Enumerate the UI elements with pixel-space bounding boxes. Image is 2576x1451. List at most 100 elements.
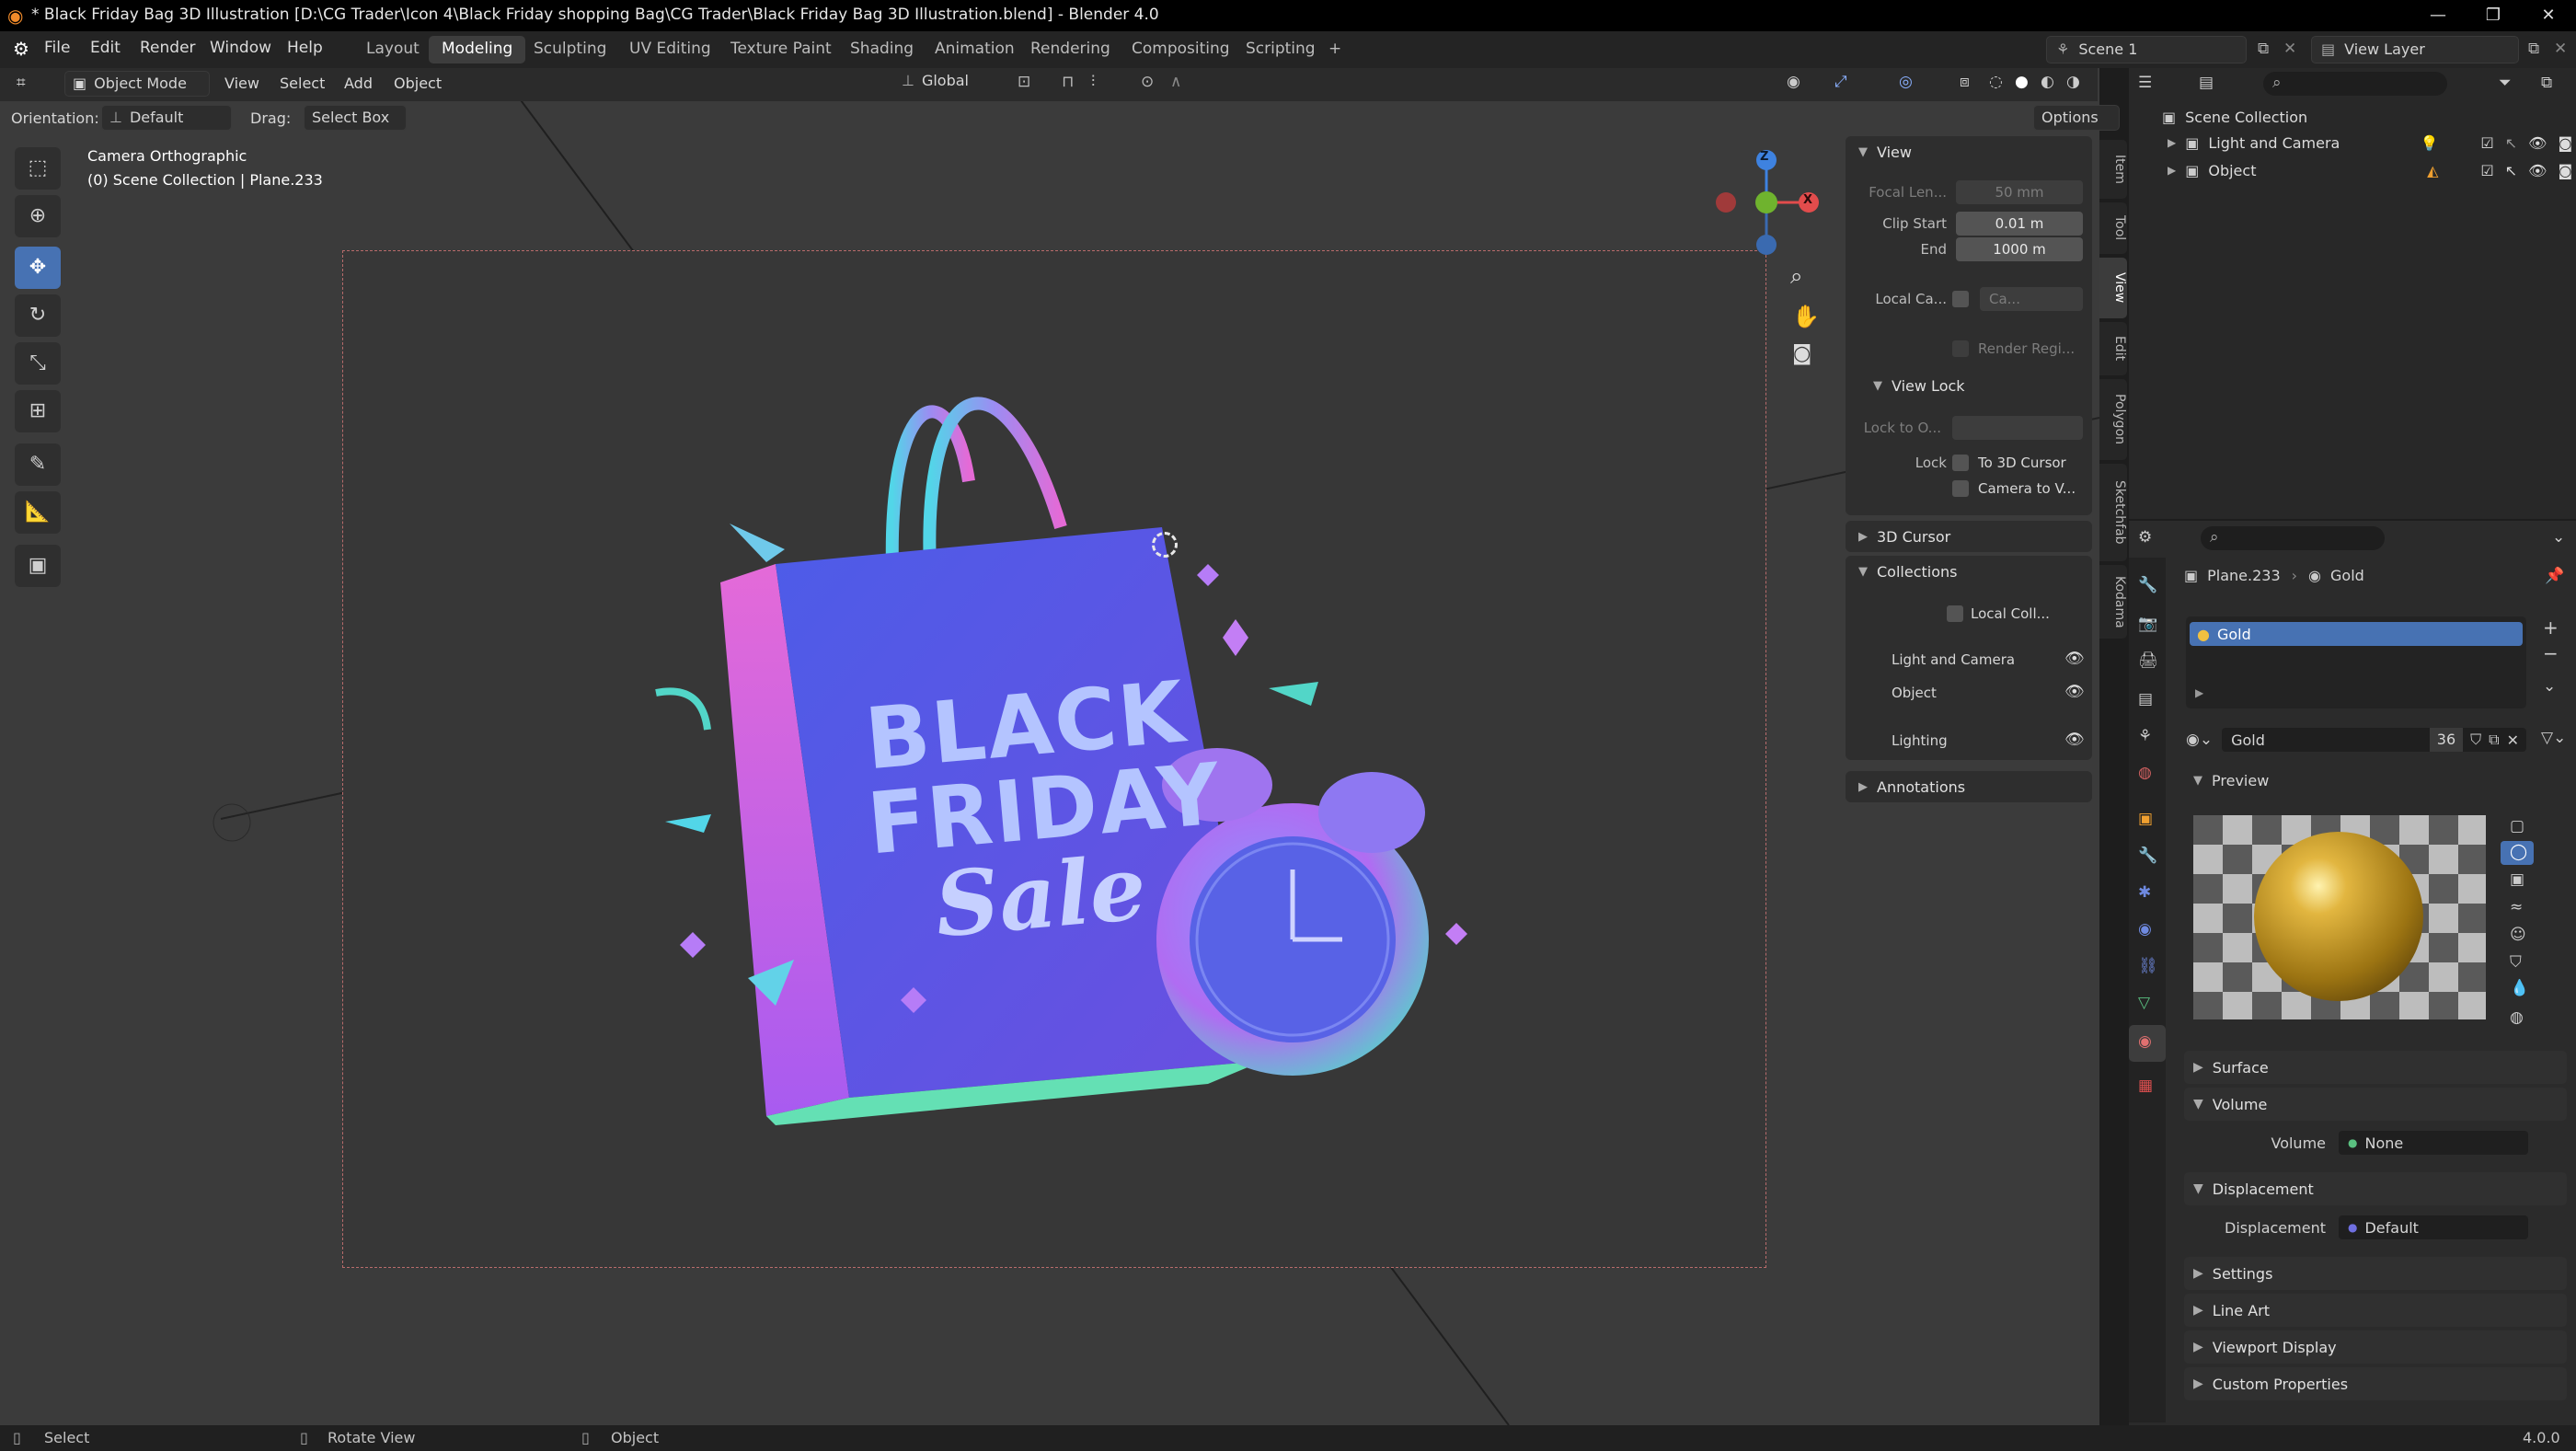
- menu-select[interactable]: Select: [272, 72, 332, 96]
- pin-icon[interactable]: 📌: [2545, 567, 2564, 585]
- add-workspace-button[interactable]: +: [1316, 36, 1354, 63]
- tab-rendering[interactable]: Rendering: [1018, 36, 1123, 63]
- exclude-checkbox-icon[interactable]: ☑: [2480, 134, 2493, 152]
- outliner-editor-type-icon[interactable]: ☰: [2138, 74, 2152, 92]
- collection-lighting[interactable]: Lighting: [1892, 732, 1948, 749]
- view-layer-tab-icon[interactable]: ▤: [2138, 690, 2153, 708]
- visibility-icon[interactable]: ◉: [1787, 73, 1800, 91]
- outliner-row-light-and-camera[interactable]: ▶ ▣ Light and Camera 💡 ☑ ↖ 👁 ◙: [2168, 129, 2572, 156]
- local-collections-checkbox[interactable]: [1947, 605, 1963, 622]
- eye-icon[interactable]: 👁: [2528, 162, 2547, 179]
- tab-item[interactable]: Item: [2099, 140, 2127, 199]
- menu-add[interactable]: Add: [337, 72, 380, 96]
- new-collection-icon[interactable]: ⧉: [2541, 74, 2552, 92]
- material-slot-gold[interactable]: ● Gold: [2190, 622, 2523, 646]
- fake-user-icon[interactable]: ⛉: [2470, 731, 2481, 749]
- select-arrow-icon[interactable]: ↖: [2505, 162, 2517, 179]
- flat-preview-icon[interactable]: ▢: [2510, 817, 2524, 835]
- tab-texture-paint[interactable]: Texture Paint: [718, 36, 845, 63]
- eye-icon[interactable]: 👁: [2064, 731, 2085, 749]
- hair-preview-icon[interactable]: ≈: [2510, 898, 2523, 916]
- custom-properties-section[interactable]: ▶ Custom Properties: [2184, 1367, 2567, 1400]
- preview-panel-header[interactable]: ▼ Preview: [2184, 766, 2567, 795]
- eye-icon[interactable]: 👁: [2528, 134, 2547, 152]
- sphere-preview-button[interactable]: ◯: [2501, 841, 2534, 865]
- local-camera-checkbox[interactable]: [1952, 291, 1969, 307]
- clip-end-field[interactable]: 1000 m: [1956, 237, 2083, 261]
- menu-file[interactable]: File: [44, 39, 70, 57]
- scene-tab-icon[interactable]: ⚘: [2138, 727, 2152, 745]
- add-slot-icon[interactable]: +: [2543, 616, 2559, 639]
- collections-header[interactable]: ▼ Collections: [1858, 563, 1957, 581]
- menu-window[interactable]: Window: [210, 39, 271, 57]
- eye-icon[interactable]: 👁: [2064, 650, 2085, 668]
- minimize-button[interactable]: —: [2410, 2, 2466, 29]
- lock-cursor-checkbox[interactable]: [1952, 455, 1969, 471]
- world-preview-icon[interactable]: ◍: [2510, 1008, 2524, 1027]
- tab-modeling[interactable]: Modeling: [429, 36, 526, 63]
- settings-section[interactable]: ▶ Settings: [2184, 1257, 2567, 1290]
- new-view-layer-icon[interactable]: ⧉: [2528, 40, 2539, 58]
- menu-render[interactable]: Render: [140, 39, 196, 57]
- slot-menu-icon[interactable]: ⌄: [2543, 677, 2556, 696]
- outliner-row-object[interactable]: ▶ ▣ Object ◭ ☑ ↖ 👁 ◙: [2168, 156, 2572, 184]
- options-dropdown[interactable]: Options: [2033, 105, 2120, 131]
- collection-light-and-camera[interactable]: Light and Camera: [1892, 651, 2015, 668]
- tab-shading[interactable]: Shading: [837, 36, 926, 63]
- expand-arrow-icon[interactable]: ▶: [2168, 136, 2176, 149]
- link-type-icon[interactable]: ▽⌄: [2541, 729, 2566, 747]
- rotate-tool[interactable]: ↻: [15, 294, 61, 337]
- duplicate-icon[interactable]: ⧉: [2489, 731, 2499, 749]
- scene-selector[interactable]: ⚘ Scene 1: [2046, 36, 2247, 63]
- tab-edit[interactable]: Edit: [2099, 322, 2127, 375]
- filter-icon[interactable]: ⏷: [2499, 74, 2512, 92]
- new-scene-icon[interactable]: ⧉: [2258, 40, 2269, 58]
- tab-scripting[interactable]: Scripting: [1233, 36, 1328, 63]
- tab-tool[interactable]: Tool: [2099, 202, 2127, 254]
- expand-arrow-icon[interactable]: ▶: [2168, 164, 2176, 177]
- constraints-tab-icon[interactable]: ⛓: [2138, 957, 2158, 975]
- view-lock-header[interactable]: ▼ View Lock: [1873, 377, 1965, 395]
- modifier-tab-icon[interactable]: 🔧: [2138, 846, 2157, 865]
- camera-render-icon[interactable]: ◙: [2558, 134, 2572, 152]
- surface-section[interactable]: ▶ Surface: [2184, 1051, 2567, 1084]
- texture-tab-icon[interactable]: ▦: [2138, 1077, 2153, 1095]
- volume-section[interactable]: ▼ Volume: [2184, 1088, 2567, 1121]
- cursor-tool[interactable]: ⊕: [15, 195, 61, 237]
- proportional-edit-icon[interactable]: ⊙: [1141, 73, 1154, 91]
- camera-view-icon[interactable]: ◙: [1792, 342, 1811, 365]
- cloth-preview-icon[interactable]: ⛉: [2510, 953, 2522, 972]
- view-layer-selector[interactable]: ▤ View Layer: [2311, 36, 2519, 63]
- drag-dropdown[interactable]: Select Box: [304, 105, 407, 131]
- particles-tab-icon[interactable]: ✱: [2138, 883, 2151, 902]
- pan-hand-icon[interactable]: ✋: [1792, 304, 1820, 329]
- material-datablock[interactable]: ◉⌄ Gold 36 ⛉ ⧉ ✕: [2186, 727, 2526, 753]
- close-window-button[interactable]: ✕: [2521, 2, 2576, 29]
- annotations-panel[interactable]: ▶ Annotations: [1846, 771, 2092, 802]
- tab-animation[interactable]: Animation: [922, 36, 1028, 63]
- measure-tool[interactable]: 📐: [15, 491, 61, 534]
- remove-slot-icon[interactable]: −: [2543, 642, 2559, 664]
- lock-to-object-field[interactable]: [1952, 416, 2083, 440]
- displacement-field[interactable]: ● Default: [2339, 1215, 2528, 1239]
- wireframe-shading-icon[interactable]: ◌: [1989, 73, 2003, 91]
- material-tab[interactable]: ◉: [2129, 1025, 2166, 1062]
- 3d-cursor[interactable]: [1152, 532, 1178, 558]
- tab-uv-editing[interactable]: UV Editing: [616, 36, 724, 63]
- editor-type-icon[interactable]: ⌗: [17, 74, 26, 92]
- menu-object[interactable]: Object: [386, 72, 449, 96]
- focal-length-field[interactable]: 50 mm: [1956, 180, 2083, 204]
- overlay-toggle-icon[interactable]: ◎: [1899, 73, 1913, 91]
- browse-material-icon[interactable]: ◉⌄: [2186, 731, 2213, 749]
- collection-object[interactable]: Object: [1892, 685, 1937, 701]
- add-cube-tool[interactable]: ▣: [15, 545, 61, 587]
- eye-icon[interactable]: 👁: [2064, 683, 2085, 701]
- tab-layout[interactable]: Layout: [353, 36, 432, 63]
- material-shading-icon[interactable]: ◐: [2041, 73, 2054, 91]
- line-art-section[interactable]: ▶ Line Art: [2184, 1294, 2567, 1327]
- render-region-checkbox[interactable]: [1952, 340, 1969, 357]
- snap-target-icon[interactable]: ⫶: [1091, 73, 1095, 91]
- render-tab-icon[interactable]: 📷: [2138, 615, 2157, 633]
- properties-search-input[interactable]: ⌕: [2201, 526, 2385, 550]
- display-mode-icon[interactable]: ▤: [2199, 74, 2214, 92]
